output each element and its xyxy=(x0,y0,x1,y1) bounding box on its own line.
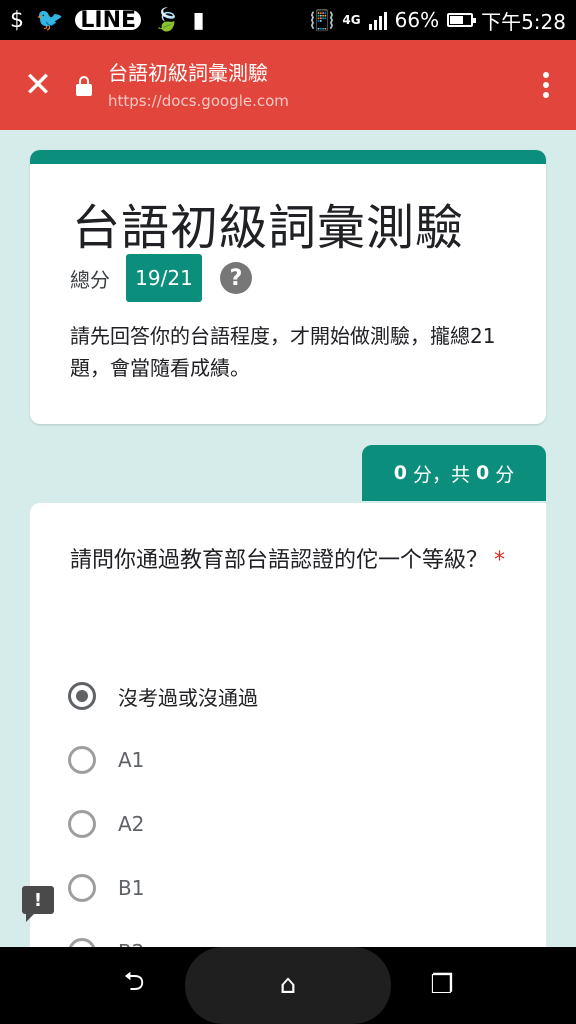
home-icon[interactable]: ⌂ xyxy=(268,965,308,1005)
clock: 下午5:28 xyxy=(481,9,566,34)
close-button[interactable]: ✕ xyxy=(0,40,76,130)
leaf-icon: 🍃 xyxy=(153,7,181,33)
battery-percent: 66% xyxy=(394,8,440,32)
battery-fill xyxy=(450,16,464,24)
option-a1[interactable]: A1 xyxy=(68,740,144,780)
form-header-card: 台語初級詞彙測驗 總分 19/21 ? 請先回答你的台語程度，才開始做測驗，攏總… xyxy=(30,150,546,424)
bird-icon: 🐦 xyxy=(36,7,64,33)
points-earned: 0 xyxy=(393,462,407,484)
option-a2[interactable]: A2 xyxy=(68,804,144,844)
question-text: 請問你通過教育部台語認證的佗一个等級？ * xyxy=(70,541,510,581)
radio-unselected[interactable] xyxy=(68,746,96,774)
status-notifications: $ 🐦 LINE 🍃 ▮ xyxy=(10,8,205,33)
radio-unselected[interactable] xyxy=(68,810,96,838)
question-card: 請問你通過教育部台語認證的佗一个等級？* 沒考過或沒通過 A1 A2 B1 B2 xyxy=(30,503,546,966)
feedback-icon[interactable]: ! xyxy=(22,886,54,922)
radio-unselected[interactable] xyxy=(68,874,96,902)
overflow-menu-button[interactable] xyxy=(516,72,576,98)
form-description: 請先回答你的台語程度，才開始做測驗，攏總21題，會當隨看成績。 xyxy=(70,324,496,380)
score-label: 總分 xyxy=(70,267,110,292)
option-label: A1 xyxy=(118,748,145,772)
status-system: 📳 4G 66% 下午5:28 xyxy=(310,6,566,35)
lock-icon xyxy=(76,76,92,96)
help-icon[interactable]: ? xyxy=(220,262,252,294)
option-label: 沒考過或沒通過 xyxy=(118,685,258,710)
radio-selected[interactable] xyxy=(68,682,96,710)
question-label: 請問你通過教育部台語認證的佗一个等級？ xyxy=(70,548,489,573)
score-badge: 19/21 xyxy=(126,254,202,302)
dollar-icon: $ xyxy=(10,7,24,33)
points-suffix: 分 xyxy=(489,463,515,486)
page-title: 台語初級詞彙測驗 xyxy=(108,61,268,85)
back-icon[interactable]: ⮌ xyxy=(114,965,154,1005)
option-label: A2 xyxy=(118,812,145,836)
recents-icon[interactable]: ❐ xyxy=(422,965,462,1005)
page-url: https://docs.google.com xyxy=(108,92,289,110)
question-points-tab: 0 分，共 0 分 xyxy=(362,445,546,501)
network-type: 4G xyxy=(342,13,361,27)
sdcard-icon: ▮ xyxy=(192,7,205,33)
browser-app-bar: ✕ 台語初級詞彙測驗 https://docs.google.com xyxy=(0,40,576,130)
score-row: 總分 19/21 ? xyxy=(70,254,252,302)
points-middle: 分，共 xyxy=(406,463,477,486)
status-bar: $ 🐦 LINE 🍃 ▮ 📳 4G 66% 下午5:28 xyxy=(0,0,576,40)
header-accent-strip xyxy=(30,150,546,164)
option-not-taken[interactable]: 沒考過或沒通過 xyxy=(68,676,258,716)
signal-icon xyxy=(368,10,387,30)
vibrate-icon: 📳 xyxy=(309,8,335,32)
form-title: 台語初級詞彙測驗 xyxy=(72,200,465,256)
system-nav-bar: ⮌ ⌂ ❐ xyxy=(0,947,576,1024)
close-icon: ✕ xyxy=(23,65,53,105)
option-label: B1 xyxy=(118,876,145,900)
page-info[interactable]: 台語初級詞彙測驗 https://docs.google.com xyxy=(108,60,516,110)
required-star: * xyxy=(494,548,506,573)
points-total: 0 xyxy=(476,462,490,484)
line-icon: LINE xyxy=(75,8,142,33)
battery-icon xyxy=(447,13,477,27)
option-b1[interactable]: B1 xyxy=(68,868,144,908)
